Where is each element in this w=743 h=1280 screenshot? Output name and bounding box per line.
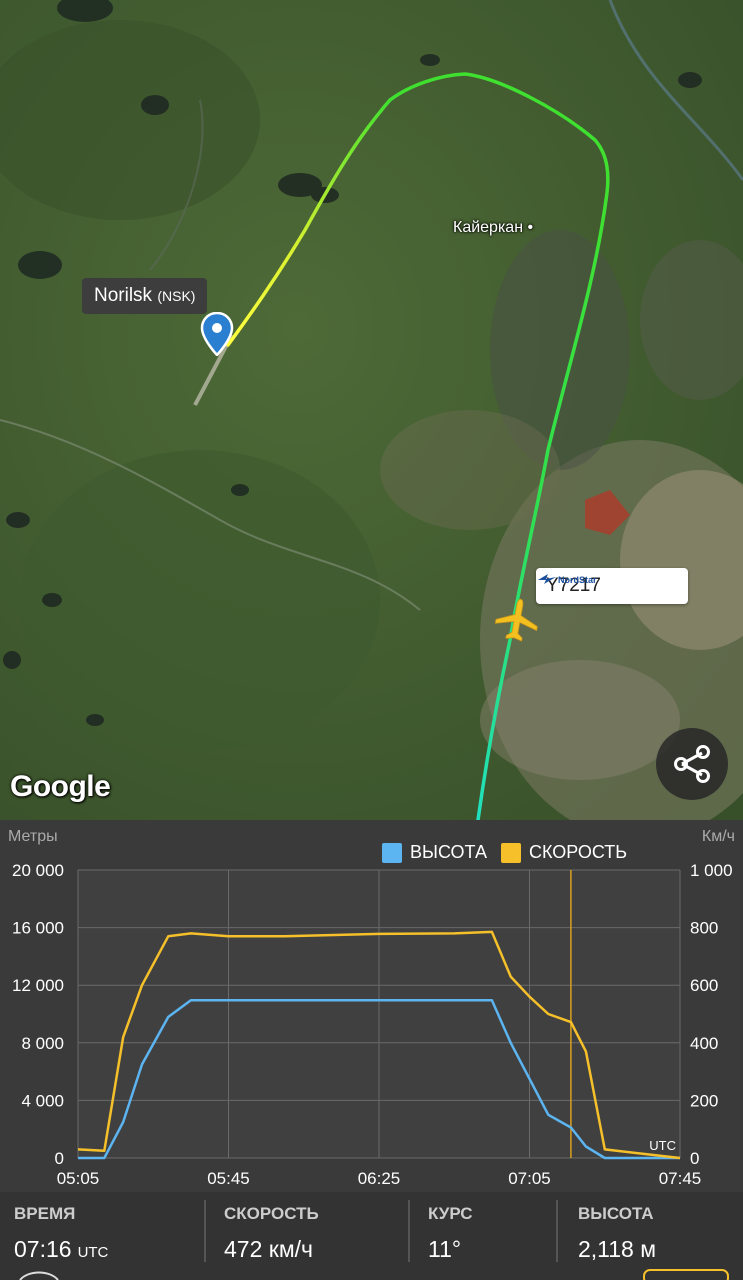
airplane-icon[interactable] [493, 597, 541, 645]
y-left-tick-label: 12 000 [12, 976, 64, 995]
y-left-tick-label: 0 [55, 1149, 64, 1168]
flight-label[interactable]: Y7217 NordStar [536, 568, 688, 604]
satellite-map[interactable]: Norilsk (NSK) Кайеркан • Y7217 NordStar … [0, 0, 743, 820]
x-tick-label: 07:45 [659, 1169, 702, 1188]
stat-altitude-value: 2,118 м [578, 1236, 657, 1262]
bottom-controls-edge [19, 1269, 729, 1280]
chart-svg: 0 4 000 8 000 12 000 16 000 20 000 0 200 400 600 8… [12, 861, 733, 1188]
stat-heading-value: 11° [428, 1236, 462, 1262]
stat-speed-label: СКОРОСТЬ [224, 1204, 319, 1223]
share-icon [674, 745, 710, 783]
airport-pin-icon[interactable] [200, 312, 234, 356]
airport-label[interactable]: Norilsk (NSK) [82, 278, 208, 314]
map-imagery [0, 0, 743, 820]
x-tick-label: 05:45 [207, 1169, 250, 1188]
stat-altitude-label: ВЫСОТА [578, 1204, 654, 1223]
stat-speed-value: 472 км/ч [224, 1236, 314, 1262]
y-right-tick-label: 600 [690, 976, 718, 995]
y-left-tick-label: 4 000 [21, 1091, 64, 1110]
y-right-tick-label: 800 [690, 919, 718, 938]
airport-code: (NSK) [157, 288, 196, 304]
utc-label: UTC [649, 1138, 676, 1153]
airport-name: Norilsk [94, 285, 153, 306]
stat-heading-label: КУРС [428, 1204, 473, 1223]
svg-text:NordStar: NordStar [558, 575, 597, 585]
y-left-tick-label: 16 000 [12, 919, 64, 938]
y-right-tick-label: 200 [690, 1091, 718, 1110]
stat-divider [556, 1200, 558, 1262]
nordstar-logo-icon: NordStar [538, 574, 597, 585]
stat-divider [408, 1200, 410, 1262]
x-tick-label: 07:05 [508, 1169, 551, 1188]
stats-bar: ВРЕМЯ 07:16 UTC СКОРОСТЬ 472 км/ч КУРС 11… [0, 1192, 743, 1280]
y-right-tick-label: 0 [690, 1149, 699, 1168]
google-attribution: Google [10, 770, 111, 803]
x-tick-label: 05:05 [57, 1169, 100, 1188]
y-right-tick-label: 1 000 [690, 861, 733, 880]
y-left-tick-label: 8 000 [21, 1034, 64, 1053]
y-left-tick-label: 20 000 [12, 861, 64, 880]
place-label: Кайеркан • [453, 219, 534, 236]
stat-divider [204, 1200, 206, 1262]
y-right-tick-label: 400 [690, 1034, 718, 1053]
flight-profile-graph[interactable]: Метры Км/ч ВЫСОТА СКОРОСТЬ 04 000 8 000 12… [0, 820, 743, 1192]
share-button[interactable] [656, 728, 728, 800]
stat-time-label: ВРЕМЯ [14, 1204, 76, 1223]
stat-time-value: 07:16 UTC [14, 1236, 109, 1262]
x-tick-label: 06:25 [358, 1169, 401, 1188]
